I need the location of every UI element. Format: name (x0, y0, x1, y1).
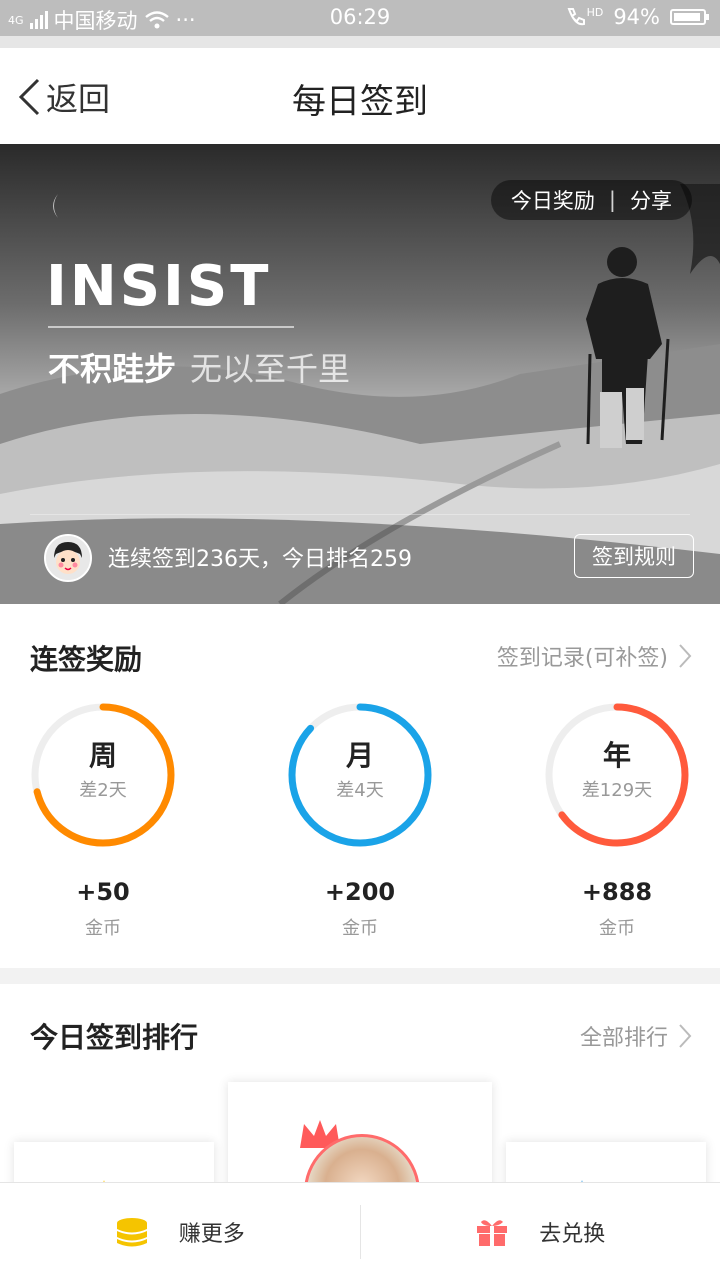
reward-unit: 金币 (28, 914, 178, 940)
hero-banner: 今日奖励 | 分享 INSIST 不积跬步无以至千里 连续签到236天，今日排名… (0, 144, 720, 604)
progress-ring: 月差4天 (285, 700, 435, 850)
period-label: 年 (542, 734, 692, 774)
redeem-button[interactable]: 去兑换 (361, 1183, 720, 1281)
cartoon-face-icon (46, 536, 90, 580)
reward-ring-item: 周差2天 +50 金币 (28, 700, 178, 940)
today-reward-button[interactable]: 今日奖励 (511, 185, 595, 215)
period-label: 月 (285, 734, 435, 774)
hd-call-icon (565, 6, 587, 28)
share-button[interactable]: 分享 (630, 185, 672, 215)
banner-headline: INSIST (46, 254, 271, 319)
reward-unit: 金币 (285, 914, 435, 940)
reward-ring-item: 月差4天 +200 金币 (285, 700, 435, 940)
earn-more-label: 赚更多 (179, 1216, 245, 1248)
banner-slogan: 不积跬步无以至千里 (48, 344, 350, 390)
period-label: 周 (28, 734, 178, 774)
reward-amount: +888 (542, 878, 692, 906)
days-remaining: 差2天 (28, 776, 178, 802)
rewards-title: 连签奖励 (30, 638, 142, 678)
reward-ring-item: 年差129天 +888 金币 (542, 700, 692, 940)
streak-rewards-section: 连签奖励 签到记录(可补签) 周差2天+50金币月差4天+200金币年差129天… (0, 604, 720, 968)
page-title: 每日签到 (0, 74, 720, 123)
battery-icon (670, 9, 706, 25)
chevron-right-icon (678, 643, 692, 669)
redeem-label: 去兑换 (539, 1216, 605, 1248)
status-gap (0, 36, 720, 48)
slogan-bold: 不积跬步 (48, 350, 176, 388)
checkin-rules-button[interactable]: 签到规则 (574, 534, 694, 578)
checkin-streak-text: 连续签到236天，今日排名259 (108, 541, 412, 573)
reward-unit: 金币 (542, 914, 692, 940)
all-ranking-link[interactable]: 全部排行 (580, 1020, 692, 1052)
progress-ring: 年差129天 (542, 700, 692, 850)
chevron-right-icon (678, 1023, 692, 1049)
pill-separator: | (609, 188, 616, 212)
earn-more-button[interactable]: 赚更多 (0, 1183, 360, 1281)
user-avatar[interactable] (44, 534, 92, 582)
banner-divider (30, 514, 690, 515)
battery-percent: 94% (613, 5, 660, 29)
slogan-light: 无以至千里 (190, 350, 350, 388)
banner-actions: 今日奖励 | 分享 (491, 180, 692, 220)
gift-icon (475, 1217, 509, 1247)
status-bar: 4G 中国移动 ··· 06:29 HD 94% (0, 0, 720, 36)
checkin-record-label: 签到记录(可补签) (497, 640, 668, 672)
days-remaining: 差4天 (285, 776, 435, 802)
bottom-action-bar: 赚更多 去兑换 (0, 1182, 720, 1281)
days-remaining: 差129天 (542, 776, 692, 802)
reward-amount: +50 (28, 878, 178, 906)
progress-ring: 周差2天 (28, 700, 178, 850)
reward-amount: +200 (285, 878, 435, 906)
coins-icon (115, 1217, 149, 1247)
checkin-record-link[interactable]: 签到记录(可补签) (497, 640, 692, 672)
hd-label: HD (587, 6, 604, 19)
nav-bar: 返回 每日签到 (0, 48, 720, 144)
ranking-title: 今日签到排行 (30, 1016, 198, 1056)
all-ranking-label: 全部排行 (580, 1020, 668, 1052)
progress-arc (292, 707, 428, 843)
headline-underline (48, 326, 294, 328)
